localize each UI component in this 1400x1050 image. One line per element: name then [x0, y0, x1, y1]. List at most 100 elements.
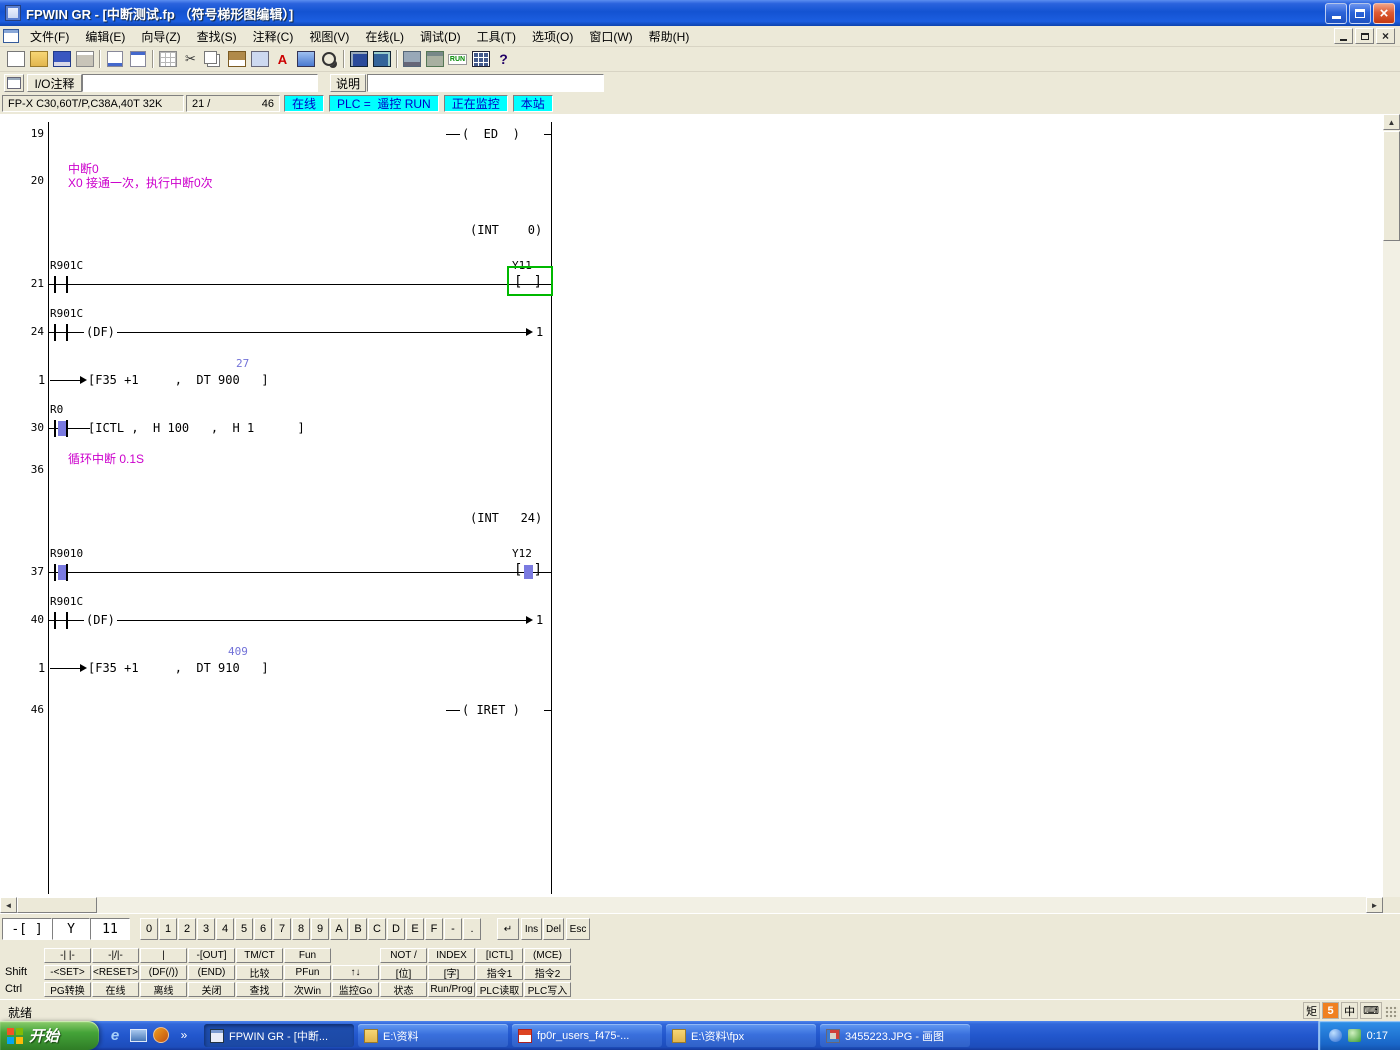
- menu-item[interactable]: 查找(S): [189, 26, 245, 47]
- keypad-key[interactable]: 7: [273, 918, 291, 940]
- function-key[interactable]: 次Win: [284, 982, 331, 997]
- keypad-key[interactable]: .: [463, 918, 481, 940]
- f35-instruction[interactable]: [F35 +1 , DT 910 ]: [88, 661, 269, 675]
- separator[interactable]: [96, 49, 103, 70]
- delete-key[interactable]: Del: [543, 918, 564, 940]
- function-key[interactable]: [ICTL]: [476, 948, 523, 963]
- separator[interactable]: [340, 49, 347, 70]
- paste-icon[interactable]: [225, 49, 248, 70]
- separator[interactable]: [393, 49, 400, 70]
- comment-view-button[interactable]: [4, 74, 24, 92]
- menu-item[interactable]: 帮助(H): [641, 26, 698, 47]
- description-input[interactable]: [367, 74, 604, 92]
- program-check-icon[interactable]: [469, 49, 492, 70]
- horizontal-scroll-thumb[interactable]: [17, 897, 97, 913]
- int0-instruction[interactable]: (INT 0): [470, 223, 542, 237]
- scroll-right-button[interactable]: ►: [1366, 897, 1383, 913]
- child-minimize-button[interactable]: [1334, 28, 1353, 44]
- tray-network-icon[interactable]: [1329, 1029, 1342, 1042]
- taskbar-window-button[interactable]: 3455223.JPG - 画图: [820, 1024, 970, 1047]
- tray-volume-icon[interactable]: [1348, 1029, 1361, 1042]
- function-key[interactable]: Fun: [284, 948, 331, 963]
- insert-key[interactable]: Ins: [521, 918, 542, 940]
- keypad-key[interactable]: 9: [311, 918, 329, 940]
- contact-r901c[interactable]: [54, 276, 68, 293]
- cut-icon[interactable]: [179, 49, 202, 70]
- operand-address-field[interactable]: 11: [90, 918, 130, 940]
- enter-key[interactable]: ↵: [497, 918, 519, 940]
- list-monitor-icon[interactable]: [370, 49, 393, 70]
- contact-r901c[interactable]: [54, 612, 68, 629]
- taskbar-window-button[interactable]: E:\资料\fpx: [666, 1024, 816, 1047]
- ed-instruction[interactable]: ( ED ): [460, 127, 522, 141]
- keypad-key[interactable]: C: [368, 918, 386, 940]
- function-key[interactable]: 离线: [140, 982, 187, 997]
- function-key[interactable]: |: [140, 948, 187, 963]
- menu-item[interactable]: 调试(D): [412, 26, 469, 47]
- keypad-key[interactable]: 8: [292, 918, 310, 940]
- function-key[interactable]: 查找: [236, 982, 283, 997]
- menu-item[interactable]: 编辑(E): [77, 26, 133, 47]
- contact-r0-on[interactable]: [54, 420, 68, 437]
- coil-y12-on[interactable]: [514, 563, 542, 581]
- ime-mode-icon[interactable]: 矩: [1303, 1002, 1320, 1019]
- f35-instruction[interactable]: [F35 +1 , DT 900 ]: [88, 373, 269, 387]
- start-button[interactable]: 开始: [0, 1021, 99, 1050]
- keypad-key[interactable]: 5: [235, 918, 253, 940]
- maximize-button[interactable]: [1349, 3, 1371, 24]
- plc-mode-icon[interactable]: [400, 49, 423, 70]
- function-key[interactable]: <RESET>: [92, 965, 139, 980]
- keypad-key[interactable]: 2: [178, 918, 196, 940]
- function-key[interactable]: ↑↓: [332, 965, 379, 980]
- ladder-monitor-icon[interactable]: [347, 49, 370, 70]
- io-comment-grid-icon[interactable]: [156, 49, 179, 70]
- minimize-button[interactable]: [1325, 3, 1347, 24]
- find-icon[interactable]: [317, 49, 340, 70]
- iret-instruction[interactable]: ( IRET ): [460, 703, 522, 717]
- contact-r9010-on[interactable]: [54, 564, 68, 581]
- keypad-key[interactable]: 1: [159, 918, 177, 940]
- scroll-left-button[interactable]: ◄: [0, 897, 17, 913]
- keypad-key[interactable]: E: [406, 918, 424, 940]
- function-key[interactable]: -| |-: [44, 948, 91, 963]
- help-icon[interactable]: [492, 49, 515, 70]
- function-key[interactable]: PLC写入: [524, 982, 571, 997]
- menu-item[interactable]: 工具(T): [469, 26, 524, 47]
- ime-keyboard-icon[interactable]: ⌨: [1360, 1002, 1382, 1019]
- close-button[interactable]: [1373, 3, 1395, 24]
- page-up-icon[interactable]: [103, 49, 126, 70]
- keypad-key[interactable]: 6: [254, 918, 272, 940]
- menu-item[interactable]: 文件(F): [22, 26, 77, 47]
- function-key[interactable]: PG转换: [44, 982, 91, 997]
- keypad-key[interactable]: A: [330, 918, 348, 940]
- scroll-up-button[interactable]: ▲: [1383, 114, 1400, 130]
- int24-instruction[interactable]: (INT 24): [470, 511, 542, 525]
- operand-type-field[interactable]: Y: [52, 918, 90, 940]
- function-key[interactable]: -[OUT]: [188, 948, 235, 963]
- function-key[interactable]: -|/|-: [92, 948, 139, 963]
- run-prog-switch-icon[interactable]: [446, 49, 469, 70]
- show-desktop-icon[interactable]: [129, 1026, 147, 1044]
- internet-explorer-icon[interactable]: [106, 1026, 124, 1044]
- vertical-scrollbar[interactable]: ▲ ▼: [1383, 114, 1400, 913]
- function-key[interactable]: 比较: [236, 965, 283, 980]
- child-close-button[interactable]: [1376, 28, 1395, 44]
- function-key[interactable]: -<SET>: [44, 965, 91, 980]
- function-key[interactable]: [位]: [380, 965, 427, 980]
- function-key[interactable]: Run/Prog: [428, 982, 475, 997]
- function-key[interactable]: PFun: [284, 965, 331, 980]
- keypad-key[interactable]: 4: [216, 918, 234, 940]
- function-key[interactable]: (END): [188, 965, 235, 980]
- new-document-icon[interactable]: [4, 49, 27, 70]
- ime-brand-icon[interactable]: 5: [1322, 1002, 1339, 1019]
- open-file-icon[interactable]: [27, 49, 50, 70]
- menu-item[interactable]: 选项(O): [524, 26, 581, 47]
- function-key[interactable]: 在线: [92, 982, 139, 997]
- ictl-instruction[interactable]: [ICTL , H 100 , H 1 ]: [88, 421, 305, 435]
- function-key[interactable]: (DF(/)): [140, 965, 187, 980]
- plc-online-icon[interactable]: [423, 49, 446, 70]
- function-key[interactable]: 指令1: [476, 965, 523, 980]
- taskbar-window-button[interactable]: FPWIN GR - [中断...: [204, 1024, 354, 1047]
- menu-item[interactable]: 在线(L): [357, 26, 412, 47]
- function-key[interactable]: NOT /: [380, 948, 427, 963]
